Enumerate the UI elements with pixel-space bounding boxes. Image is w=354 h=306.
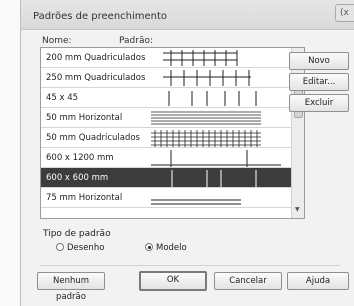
name-column-header: Nome: xyxy=(42,36,72,46)
close-button[interactable]: (x xyxy=(335,4,354,22)
vertical-lines-pattern-icon xyxy=(168,91,257,106)
model-radio[interactable]: Modelo xyxy=(145,243,187,253)
new-button[interactable]: Novo xyxy=(289,52,349,70)
pattern-type-label: Tipo de padrão xyxy=(43,229,111,239)
square-grid-pattern-icon xyxy=(171,170,257,187)
delete-button[interactable]: Excluir xyxy=(289,94,349,112)
dense-grid-pattern-icon xyxy=(151,130,261,147)
grid-pattern-icon xyxy=(163,50,238,66)
dialog-title: Padrões de preenchimento xyxy=(33,11,168,22)
fill-patterns-dialog: Padrões de preenchimento (x Nome: Padrão… xyxy=(20,0,354,306)
cancel-button[interactable]: Cancelar xyxy=(214,272,282,290)
radio-off-icon xyxy=(56,243,64,251)
list-item[interactable]: 50 mm Quadriculados xyxy=(41,128,291,148)
model-radio-label: Modelo xyxy=(156,243,187,253)
ok-button[interactable]: OK xyxy=(139,271,207,291)
pattern-column-header: Padrão: xyxy=(119,36,154,46)
edit-button[interactable]: Editar... xyxy=(289,73,349,91)
radio-on-icon xyxy=(145,243,153,251)
drafting-radio[interactable]: Desenho xyxy=(56,243,104,253)
rectangle-grid-pattern-icon xyxy=(151,150,281,167)
help-button[interactable]: Ajuda xyxy=(287,272,349,290)
horizontal-lines-pattern-icon xyxy=(151,199,241,205)
no-pattern-button[interactable]: Nenhum padrão xyxy=(37,272,105,302)
horizontal-lines-pattern-icon xyxy=(151,111,261,125)
scroll-down-icon[interactable]: ▼ xyxy=(295,206,300,213)
list-item[interactable]: 45 x 45 xyxy=(41,88,291,108)
list-item[interactable]: 200 mm Quadriculados xyxy=(41,48,291,68)
list-item[interactable]: 250 mm Quadriculados xyxy=(41,68,291,88)
drafting-radio-label: Desenho xyxy=(67,243,105,253)
footer-divider xyxy=(40,265,340,266)
list-item[interactable]: 600 x 1200 mm xyxy=(41,148,291,168)
list-item[interactable]: 75 mm Horizontal xyxy=(41,188,291,208)
title-bar: Padrões de preenchimento (x xyxy=(21,0,354,30)
pattern-list[interactable]: 200 mm Quadriculados 250 mm Quadriculado… xyxy=(40,47,305,219)
grid-pattern-icon xyxy=(163,70,251,86)
list-item-selected[interactable]: 600 x 600 mm xyxy=(41,168,291,188)
list-item[interactable]: 50 mm Horizontal xyxy=(41,108,291,128)
